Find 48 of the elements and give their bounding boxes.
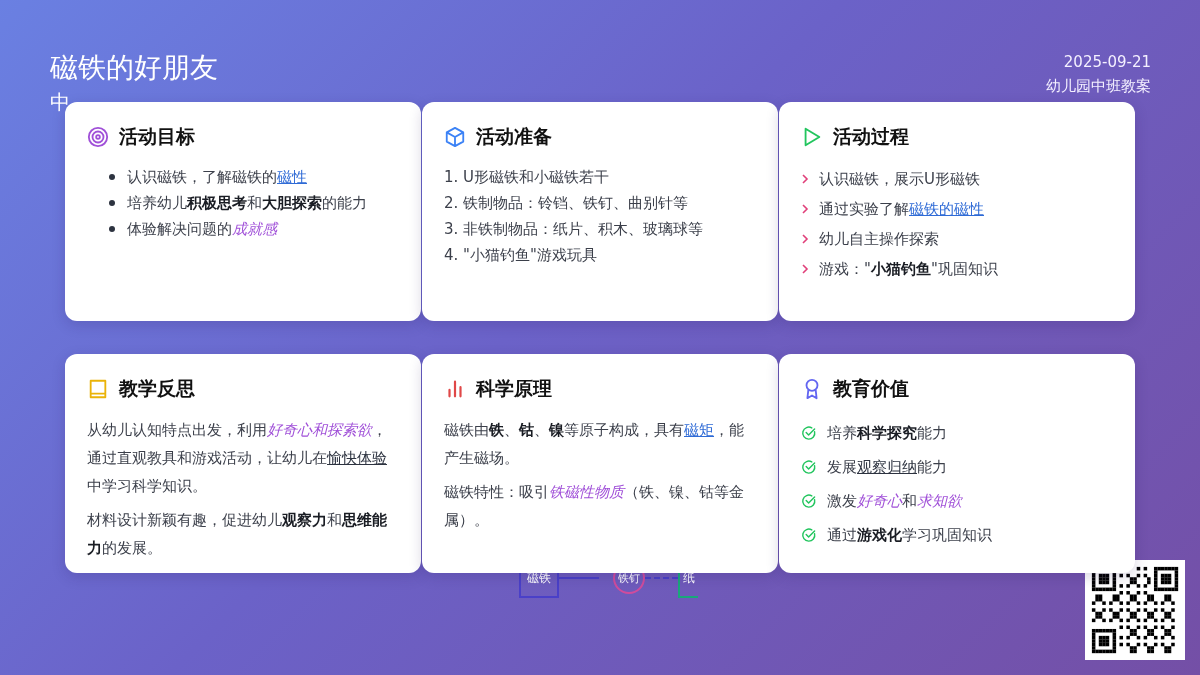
list-item-text: 认识磁铁，了解磁铁的磁性: [127, 167, 307, 188]
card-title: 科学原理: [476, 376, 552, 401]
date-text: 2025-09-21: [1062, 52, 1151, 73]
paragraph-text: 从幼儿认知特点出发，利用好奇心和探索欲，通过直观教具和游戏活动，让幼儿在愉快体验 中学习科学知识。: [87, 420, 388, 497]
list-item-text: 4. "小猫钓鱼"游戏玩具: [444, 245, 597, 266]
check-circle-icon: [801, 527, 817, 543]
check-circle-icon: [801, 493, 817, 509]
paragraph-text: 磁铁特性：吸引 铁磁性物质（铁、镍、钴等金属）。: [444, 482, 745, 531]
card-title: 活动目标: [119, 124, 195, 149]
bullet-icon: [109, 174, 115, 180]
connector-line: [559, 577, 599, 579]
check-circle-icon: [801, 425, 817, 441]
list-item-text: 2. 铁制物品：铃铛、铁钉、曲别针等: [444, 193, 689, 214]
card-title: 教育价值: [833, 376, 909, 401]
category-text: 幼儿园中班教案: [1046, 76, 1151, 97]
list-item-text: 幼儿自主操作探索: [819, 229, 939, 250]
paragraph-text: 材料设计新颖有趣，促进幼儿观察力和思维能力的发展。: [87, 510, 388, 559]
link[interactable]: 磁铁的磁性: [909, 200, 984, 218]
bullet-icon: [109, 226, 115, 232]
list-item-text: 培养幼儿积极思考和大胆探索的能力: [127, 193, 367, 214]
list-item-text: 游戏："小猫钓鱼"巩固知识: [819, 259, 998, 280]
list-item-text: 认识磁铁，展示U形磁铁: [819, 169, 980, 190]
check-circle-icon: [801, 459, 817, 475]
list-item-text: 1. U形磁铁和小磁铁若干: [444, 167, 610, 188]
list-item-text: 通过实验了解磁铁的磁性: [819, 199, 984, 220]
book-icon: [87, 378, 109, 400]
card-title: 活动过程: [833, 124, 909, 149]
slide-title: 磁铁的好朋友: [50, 50, 218, 86]
dashed-connector-line: [645, 577, 678, 579]
list-item-text: 培养科学探究能力: [827, 423, 947, 444]
slide-subtitle: 中: [50, 89, 71, 116]
link[interactable]: 磁性: [277, 168, 307, 186]
list-item-text: 激发好奇心和求知欲: [827, 491, 962, 512]
bullet-icon: [109, 200, 115, 206]
card-title: 活动准备: [476, 124, 552, 149]
card-title: 教学反思: [119, 376, 195, 401]
link[interactable]: 磁矩: [684, 421, 714, 439]
chevron-icon: [801, 263, 809, 275]
cube-icon: [444, 126, 466, 148]
list-item-text: 3. 非铁制物品：纸片、积木、玻璃球等: [444, 219, 704, 240]
list-item-text: 体验解决问题的成就感: [127, 219, 277, 240]
target-icon: [87, 126, 109, 148]
chevron-icon: [801, 233, 809, 245]
list-item-text: 发展观察归纳能力: [827, 457, 947, 478]
paragraph-text: 磁铁由铁、钴、镍等原子构成，具有磁矩，能产生磁场。: [444, 420, 745, 469]
list-item-text: 通过游戏化学习巩固知识: [827, 525, 992, 546]
chevron-icon: [801, 173, 809, 185]
chevron-icon: [801, 203, 809, 215]
